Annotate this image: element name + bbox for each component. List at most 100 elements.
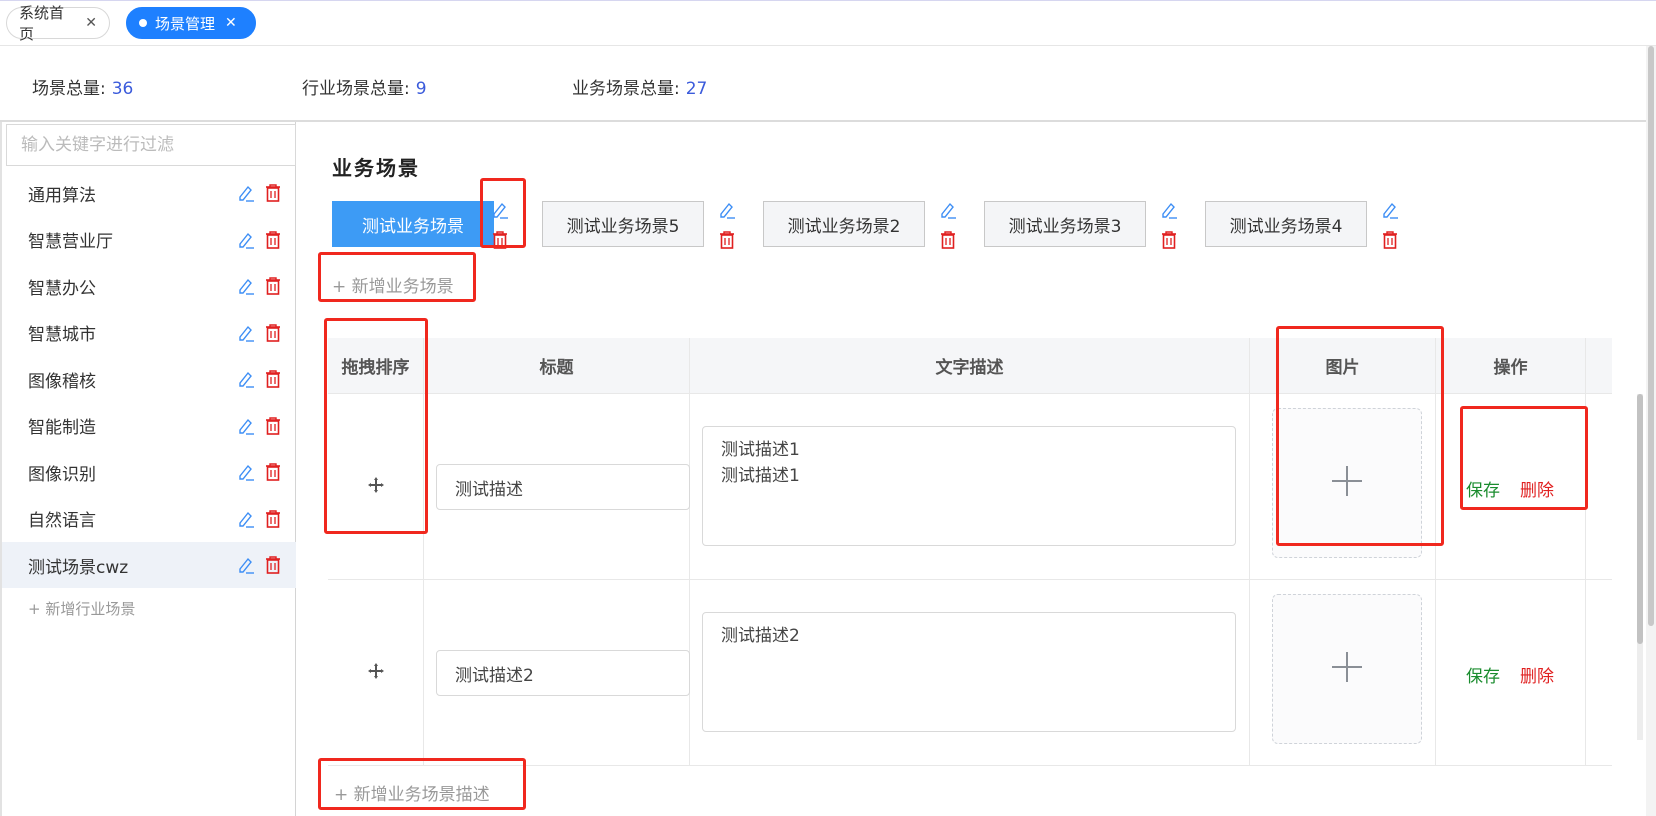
edit-icon[interactable] (1380, 200, 1400, 224)
sidebar-item-label: 通用算法 (28, 185, 96, 206)
edit-icon[interactable] (236, 183, 256, 208)
edit-icon[interactable] (236, 509, 256, 534)
stat-total: 场景总量: 36 (32, 79, 134, 99)
table-row: 测试描述2 测试描述2 保存 删除 (328, 580, 1612, 766)
sidebar-item[interactable]: 通用算法 (2, 170, 296, 216)
title-input[interactable]: 测试描述2 (436, 650, 690, 696)
delete-button[interactable]: 删除 (1520, 662, 1554, 687)
highlight-box-drag-column (324, 318, 428, 534)
highlight-box-image-column (1276, 326, 1444, 546)
scene-button[interactable]: 测试业务场景5 (542, 201, 704, 247)
header-actions: 操作 (1436, 338, 1586, 394)
edit-icon[interactable] (938, 200, 958, 224)
delete-icon[interactable] (264, 462, 282, 487)
stat-total-value: 36 (111, 79, 134, 99)
drag-cell (328, 580, 424, 766)
edit-icon[interactable] (717, 200, 737, 224)
sidebar-item[interactable]: 图像稽核 (2, 356, 296, 402)
scene-button[interactable]: 测试业务场景 (332, 201, 494, 247)
edit-icon[interactable] (236, 323, 256, 348)
plus-icon (1330, 650, 1364, 688)
stat-business: 业务场景总量: 27 (572, 79, 708, 99)
sidebar-item[interactable]: 图像识别 (2, 449, 296, 495)
delete-icon[interactable] (264, 323, 282, 348)
title-cell: 测试描述 (424, 394, 690, 580)
save-button[interactable]: 保存 (1466, 662, 1500, 687)
stat-industry: 行业场景总量: 9 (302, 79, 427, 99)
delete-icon[interactable] (264, 416, 282, 441)
delete-icon[interactable] (264, 230, 282, 255)
delete-icon[interactable] (264, 555, 282, 580)
scene-button[interactable]: 测试业务场景2 (763, 201, 925, 247)
sidebar-item-label: 图像识别 (28, 464, 96, 485)
title-cell: 测试描述2 (424, 580, 690, 766)
table-scrollbar-thumb[interactable] (1637, 394, 1643, 644)
stat-industry-value: 9 (415, 79, 427, 99)
delete-icon[interactable] (1160, 230, 1178, 254)
scene-button[interactable]: 测试业务场景4 (1205, 201, 1367, 247)
sidebar-item[interactable]: 智能制造 (2, 403, 296, 449)
action-cell: 保存 删除 (1436, 580, 1586, 766)
section-title: 业务场景 (332, 156, 420, 180)
main-panel: 业务场景 测试业务场景 测试业务场景5 测试业务场景2 测试业务场景3 测试业务场景4 … (296, 122, 1646, 816)
page-scrollbar[interactable] (1646, 46, 1656, 816)
drag-handle-icon[interactable] (367, 662, 385, 685)
sidebar-item-label: 图像稽核 (28, 371, 96, 392)
stat-business-value: 27 (685, 79, 708, 99)
delete-icon[interactable] (264, 276, 282, 301)
tab-home-label: 系统首页 (19, 4, 65, 43)
image-cell (1250, 580, 1436, 766)
active-dot-icon (139, 19, 147, 27)
edit-icon[interactable] (236, 369, 256, 394)
stats-bar: 场景总量: 36 行业场景总量: 9 业务场景总量: 27 (0, 46, 1646, 122)
delete-icon[interactable] (264, 183, 282, 208)
description-textarea[interactable]: 测试描述2 (702, 612, 1236, 732)
add-industry-button[interactable]: + 新增行业场景 (28, 598, 135, 619)
header-description: 文字描述 (690, 338, 1250, 394)
sidebar-item-label: 智能制造 (28, 418, 96, 438)
image-upload[interactable] (1272, 594, 1422, 744)
sidebar-item[interactable]: 测试场景cwz (2, 542, 296, 588)
delete-icon[interactable] (264, 369, 282, 394)
tab-scene-label: 场景管理 (155, 14, 216, 33)
description-cell: 测试描述1 测试描述1 (690, 394, 1250, 580)
table-scrollbar[interactable] (1637, 394, 1643, 740)
edit-icon[interactable] (236, 555, 256, 580)
highlight-box-add-description (318, 758, 526, 810)
filter-input[interactable] (6, 124, 296, 166)
scene-button[interactable]: 测试业务场景3 (984, 201, 1146, 247)
header-title: 标题 (424, 338, 690, 394)
sidebar-item[interactable]: 智慧营业厅 (2, 217, 296, 263)
close-icon[interactable]: ✕ (225, 15, 237, 31)
description-cell: 测试描述2 (690, 580, 1250, 766)
sidebar-item-label: 自然语言 (28, 511, 96, 531)
highlight-box-scene-actions (480, 178, 526, 248)
sidebar: 通用算法智慧营业厅智慧办公智慧城市图像稽核智能制造图像识别自然语言测试场景cwz… (0, 122, 296, 816)
sidebar-item[interactable]: 智慧城市 (2, 310, 296, 356)
edit-icon[interactable] (236, 276, 256, 301)
page-scrollbar-thumb[interactable] (1648, 46, 1654, 626)
sidebar-item-label: 智慧营业厅 (28, 232, 113, 252)
delete-icon[interactable] (939, 230, 957, 254)
sidebar-item-label: 智慧城市 (28, 325, 96, 345)
edit-icon[interactable] (1159, 200, 1179, 224)
description-textarea[interactable]: 测试描述1 测试描述1 (702, 426, 1236, 546)
sidebar-item-label: 测试场景cwz (28, 557, 129, 578)
edit-icon[interactable] (236, 462, 256, 487)
sidebar-item[interactable]: 智慧办公 (2, 263, 296, 309)
tab-bar: 系统首页 ✕ 场景管理 ✕ (0, 0, 1656, 46)
delete-icon[interactable] (1381, 230, 1399, 254)
tab-home[interactable]: 系统首页 ✕ (6, 4, 110, 43)
close-icon[interactable]: ✕ (85, 15, 97, 31)
edit-icon[interactable] (236, 230, 256, 255)
tab-scene-management[interactable]: 场景管理 ✕ (126, 7, 256, 39)
delete-icon[interactable] (718, 230, 736, 254)
highlight-box-add-scene (318, 252, 476, 302)
edit-icon[interactable] (236, 416, 256, 441)
title-input[interactable]: 测试描述 (436, 464, 690, 510)
highlight-box-actions (1460, 406, 1588, 510)
sidebar-item[interactable]: 自然语言 (2, 496, 296, 542)
delete-icon[interactable] (264, 509, 282, 534)
sidebar-item-label: 智慧办公 (28, 278, 96, 299)
header-spacer (1586, 338, 1612, 394)
